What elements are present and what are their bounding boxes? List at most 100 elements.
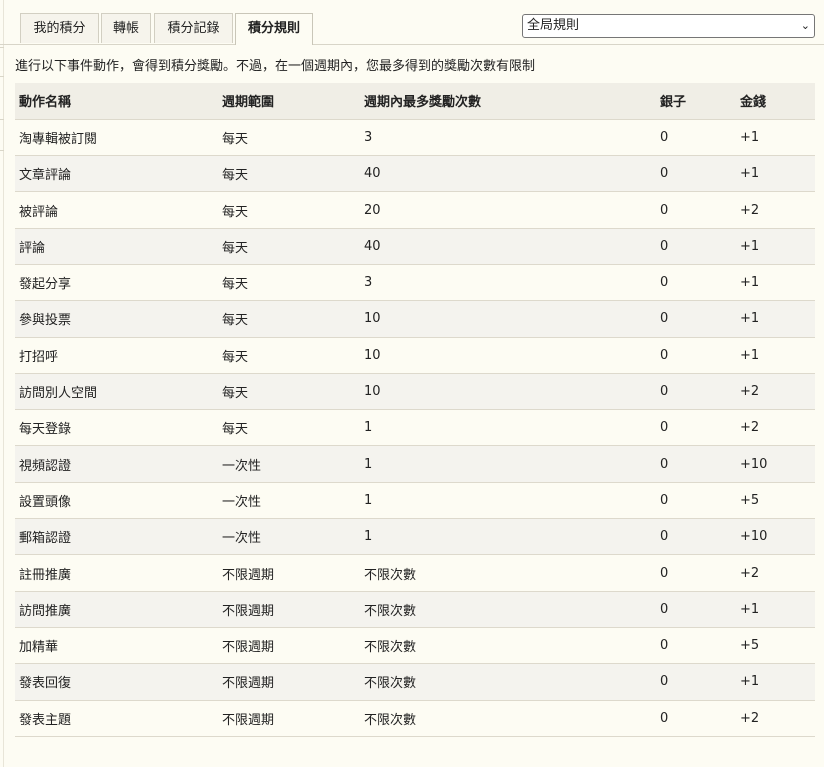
cell-cycle: 每天 (222, 409, 364, 447)
table-header-row: 動作名稱 週期範圍 週期內最多獎勵次數 銀子 金錢 (15, 83, 815, 120)
cell-action-name: 發表主題 (15, 700, 222, 737)
cell-money: +1 (740, 228, 815, 265)
cell-cycle: 不限週期 (222, 591, 364, 628)
cell-action-name: 淘專輯被訂閱 (15, 119, 222, 157)
table-row: 註冊推廣 不限週期 不限次數 0 +2 (15, 554, 815, 592)
cell-max-rewards: 10 (364, 300, 660, 338)
cell-money: +1 (740, 337, 815, 374)
rules-notice: 進行以下事件動作，會得到積分獎勵。不過，在一個週期內，您最多得到的獎勵次數有限制 (15, 59, 536, 74)
cell-money: +1 (740, 155, 815, 193)
cell-action-name: 每天登錄 (15, 409, 222, 447)
cell-max-rewards: 3 (364, 264, 660, 302)
cell-action-name: 評論 (15, 228, 222, 265)
cell-action-name: 發起分享 (15, 264, 222, 302)
cell-action-name: 文章評論 (15, 155, 222, 193)
header-cycle: 週期範圍 (222, 83, 364, 120)
table-row: 視頻認證 一次性 1 0 +10 (15, 445, 815, 483)
left-panel-divider (0, 47, 4, 48)
cell-max-rewards: 1 (364, 482, 660, 520)
cell-silver: 0 (660, 627, 740, 665)
cell-cycle: 每天 (222, 337, 364, 374)
table-row: 訪問別人空間 每天 10 0 +2 (15, 373, 815, 411)
tab-points-rules[interactable]: 積分規則 (235, 13, 313, 45)
table-row: 加精華 不限週期 不限次數 0 +5 (15, 627, 815, 665)
header-action-name: 動作名稱 (15, 83, 222, 120)
cell-money: +5 (740, 627, 815, 665)
cell-max-rewards: 20 (364, 191, 660, 229)
table-row: 發起分享 每天 3 0 +1 (15, 264, 815, 302)
left-panel-divider (0, 150, 4, 151)
rule-scope-select[interactable]: 全局規則 ⌄ (522, 14, 815, 38)
cell-max-rewards: 1 (364, 445, 660, 483)
cell-silver: 0 (660, 191, 740, 229)
cell-silver: 0 (660, 264, 740, 302)
cell-money: +2 (740, 554, 815, 592)
table-row: 打招呼 每天 10 0 +1 (15, 337, 815, 374)
cell-action-name: 打招呼 (15, 337, 222, 374)
cell-max-rewards: 不限次數 (364, 627, 660, 665)
table-row: 參與投票 每天 10 0 +1 (15, 300, 815, 338)
cell-money: +10 (740, 518, 815, 556)
cell-max-rewards: 10 (364, 337, 660, 374)
cell-action-name: 參與投票 (15, 300, 222, 338)
left-panel-edge (0, 0, 4, 767)
cell-cycle: 每天 (222, 119, 364, 157)
header-silver: 銀子 (660, 83, 740, 120)
table-row: 文章評論 每天 40 0 +1 (15, 155, 815, 193)
cell-money: +1 (740, 300, 815, 338)
cell-cycle: 不限週期 (222, 700, 364, 737)
cell-silver: 0 (660, 155, 740, 193)
cell-action-name: 設置頭像 (15, 482, 222, 520)
cell-action-name: 被評論 (15, 191, 222, 229)
cell-silver: 0 (660, 518, 740, 556)
cell-money: +1 (740, 119, 815, 157)
cell-cycle: 不限週期 (222, 663, 364, 701)
cell-max-rewards: 40 (364, 155, 660, 193)
cell-max-rewards: 不限次數 (364, 700, 660, 737)
cell-action-name: 視頻認證 (15, 445, 222, 483)
cell-max-rewards: 3 (364, 119, 660, 157)
cell-money: +2 (740, 700, 815, 737)
cell-silver: 0 (660, 554, 740, 592)
tab-my-points[interactable]: 我的積分 (20, 13, 99, 43)
cell-money: +2 (740, 409, 815, 447)
cell-money: +1 (740, 591, 815, 628)
cell-cycle: 一次性 (222, 445, 364, 483)
chevron-down-icon: ⌄ (800, 19, 810, 32)
cell-cycle: 每天 (222, 155, 364, 193)
tab-transfer[interactable]: 轉帳 (101, 13, 151, 43)
rule-scope-selected-value: 全局規則 (527, 18, 580, 33)
cell-max-rewards: 不限次數 (364, 663, 660, 701)
cell-silver: 0 (660, 591, 740, 628)
cell-money: +5 (740, 482, 815, 520)
cell-action-name: 郵箱認證 (15, 518, 222, 556)
cell-max-rewards: 10 (364, 373, 660, 411)
cell-silver: 0 (660, 409, 740, 447)
table-row: 設置頭像 一次性 1 0 +5 (15, 482, 815, 520)
cell-action-name: 訪問別人空間 (15, 373, 222, 411)
cell-cycle: 一次性 (222, 518, 364, 556)
table-row: 郵箱認證 一次性 1 0 +10 (15, 518, 815, 556)
cell-money: +2 (740, 191, 815, 229)
cell-cycle: 每天 (222, 228, 364, 265)
header-money: 金錢 (740, 83, 815, 120)
cell-action-name: 發表回復 (15, 663, 222, 701)
tab-points-log[interactable]: 積分記錄 (154, 13, 233, 43)
cell-money: +1 (740, 663, 815, 701)
left-panel-divider (0, 76, 4, 77)
cell-silver: 0 (660, 482, 740, 520)
table-row: 評論 每天 40 0 +1 (15, 228, 815, 265)
cell-silver: 0 (660, 373, 740, 411)
cell-cycle: 每天 (222, 300, 364, 338)
cell-money: +2 (740, 373, 815, 411)
cell-max-rewards: 1 (364, 518, 660, 556)
cell-silver: 0 (660, 445, 740, 483)
cell-action-name: 註冊推廣 (15, 554, 222, 592)
table-row: 每天登錄 每天 1 0 +2 (15, 409, 815, 447)
left-panel-divider (0, 119, 4, 120)
points-rules-table: 動作名稱 週期範圍 週期內最多獎勵次數 銀子 金錢 淘專輯被訂閱 每天 3 0 +1 文章… (15, 83, 815, 737)
table-row: 淘專輯被訂閱 每天 3 0 +1 (15, 119, 815, 157)
table-row: 訪問推廣 不限週期 不限次數 0 +1 (15, 591, 815, 628)
cell-action-name: 加精華 (15, 627, 222, 665)
cell-max-rewards: 1 (364, 409, 660, 447)
